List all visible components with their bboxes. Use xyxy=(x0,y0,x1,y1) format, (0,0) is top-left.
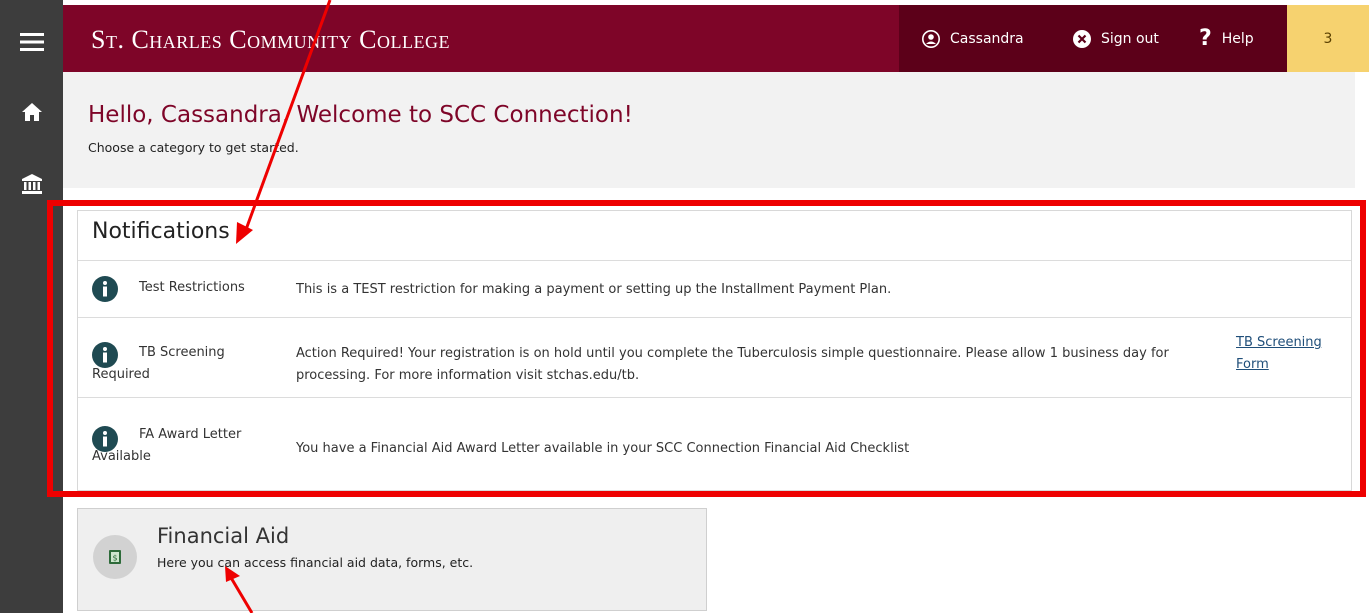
annotation-arrows xyxy=(225,0,332,613)
arrow-to-financial-aid xyxy=(228,575,254,613)
arrow-to-notifications xyxy=(242,0,332,236)
arrow-head-notifications xyxy=(236,222,253,244)
